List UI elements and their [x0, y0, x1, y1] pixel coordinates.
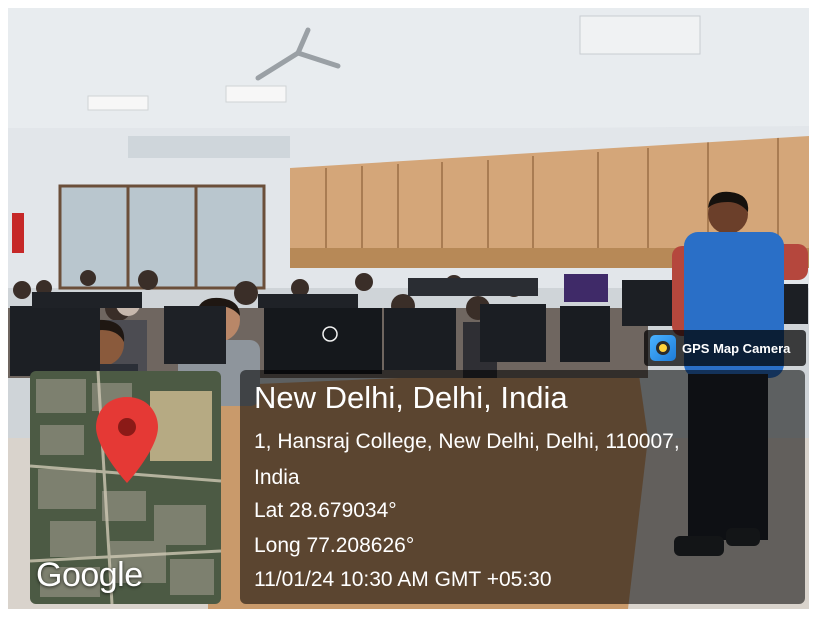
location-address-line2: India: [254, 466, 300, 489]
location-city: New Delhi, Delhi, India: [254, 380, 568, 415]
location-datetime: 11/01/24 10:30 AM GMT +05:30: [254, 568, 552, 591]
fire-extinguisher: [12, 213, 24, 253]
location-latitude: Lat 28.679034°: [254, 499, 397, 522]
gps-map-camera-app-icon: [650, 335, 676, 361]
ceiling-light: [225, 85, 287, 103]
photo-frame: GPS Map Camera Google New Delhi, Delhi, …: [8, 8, 809, 609]
gps-badge-label: GPS Map Camera: [682, 340, 791, 356]
google-logo: Google: [36, 556, 143, 594]
location-longitude: Long 77.208626°: [254, 534, 415, 557]
ac-unit: [579, 15, 701, 55]
location-address-line1: 1, Hansraj College, New Delhi, Delhi, 11…: [254, 430, 680, 453]
ceiling-light: [87, 95, 149, 111]
gps-map-camera-badge: GPS Map Camera: [644, 330, 806, 366]
